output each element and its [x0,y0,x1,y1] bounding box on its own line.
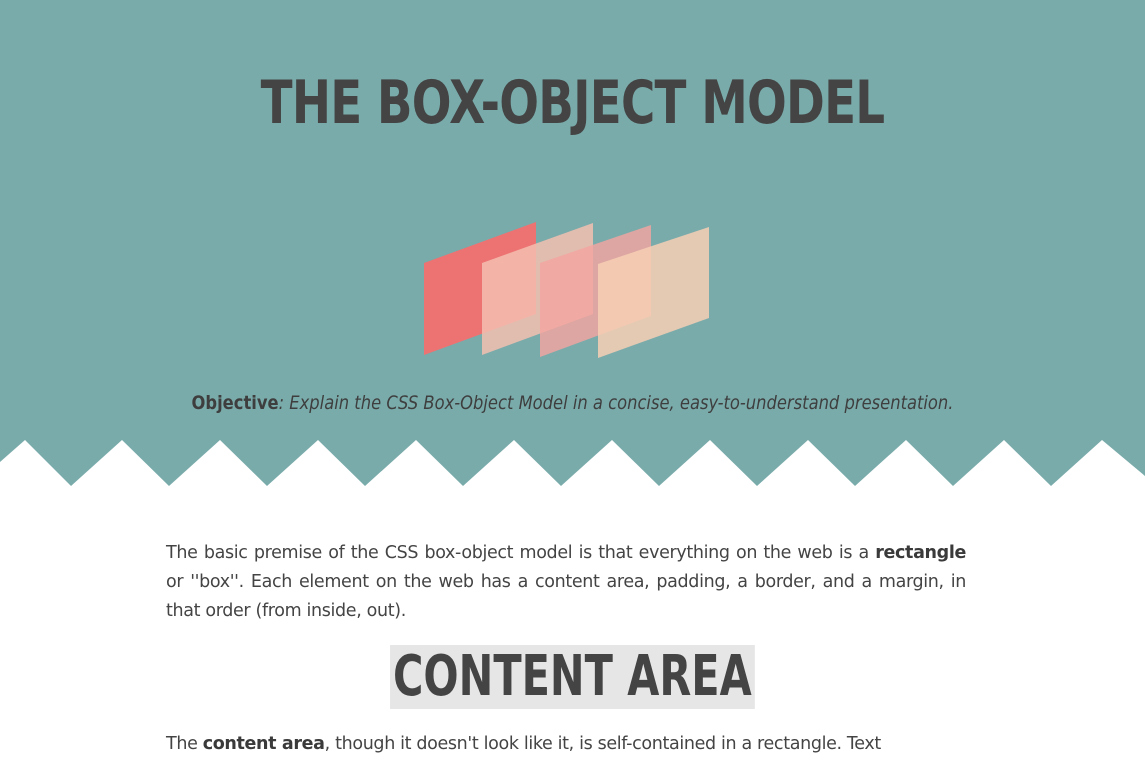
content-bold-term: content area [202,734,325,754]
objective-label: Objective [191,392,279,414]
intro-text-end: or ''box''. Each element on the web has … [166,572,966,621]
content-area-paragraph: The content area, though it doesn't look… [166,730,966,759]
section-heading-content-area: CONTENT AREA [0,645,1145,709]
content-text-start: The [166,734,203,754]
hero-banner: THE BOX-OBJECT MODEL Objective: Explain … [0,0,1145,490]
objective-text: : Explain the CSS Box-Object Model in a … [278,392,954,414]
layered-boxes-illustration [424,222,709,358]
intro-paragraph: The basic premise of the CSS box-object … [166,539,966,626]
page-title: THE BOX-OBJECT MODEL [260,68,885,138]
content-text-rest: , though it doesn't look like it, is sel… [324,734,882,754]
intro-bold-rectangle: rectangle [875,543,966,563]
objective-statement: Objective: Explain the CSS Box-Object Mo… [80,388,1065,418]
intro-text-start: The basic premise of the CSS box-object … [166,543,876,563]
section-heading-text: CONTENT AREA [390,645,755,709]
